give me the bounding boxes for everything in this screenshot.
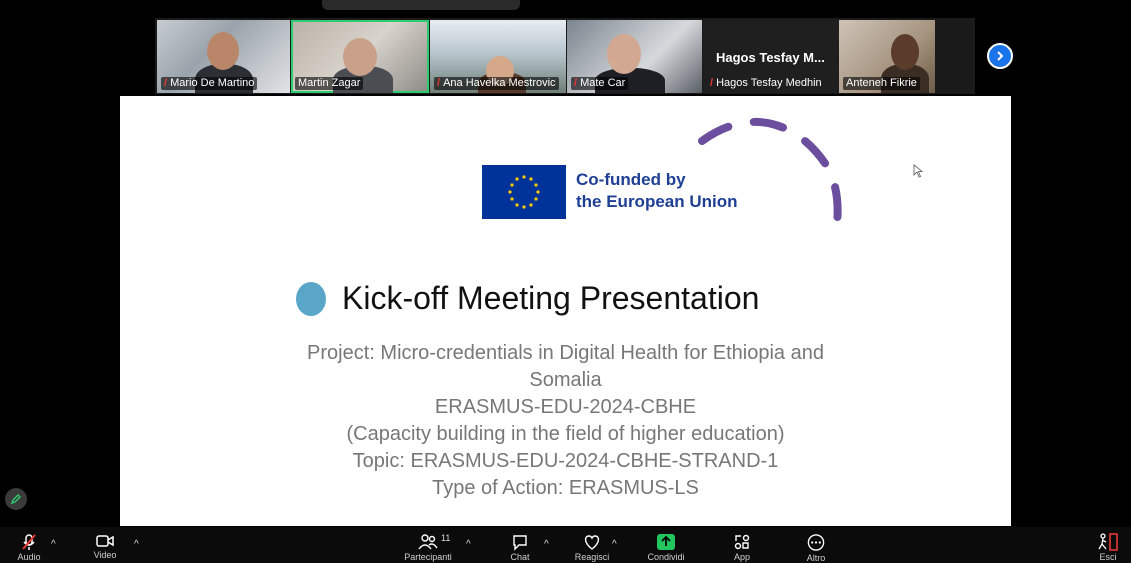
participant-tile-2[interactable]: Martin Zagar xyxy=(291,20,429,93)
slide-line: Project: Micro-credentials in Digital He… xyxy=(307,342,824,364)
more-options-icon xyxy=(807,534,825,551)
shared-slide: Co-funded by the European Union Kick-off… xyxy=(120,96,1011,526)
next-participants-button[interactable] xyxy=(987,43,1013,69)
apps-icon xyxy=(734,534,750,550)
video-camera-icon xyxy=(96,535,114,547)
reactions-button[interactable]: Reagisci xyxy=(568,527,616,563)
participant-name: / Mario De Martino xyxy=(161,77,258,90)
audio-options-caret[interactable]: ^ xyxy=(51,539,56,550)
slide-line: Type of Action: ERASMUS-LS xyxy=(432,477,699,499)
eu-cofunded-text: Co-funded by the European Union xyxy=(576,170,738,211)
heart-icon xyxy=(584,535,600,550)
apps-button[interactable]: App xyxy=(727,527,757,563)
slide-body: Project: Micro-credentials in Digital He… xyxy=(120,340,1011,502)
chat-button[interactable]: Chat xyxy=(505,527,535,563)
people-icon xyxy=(418,534,438,550)
slide-line: Topic: ERASMUS-EDU-2024-CBHE-STRAND-1 xyxy=(352,450,779,472)
mic-muted-icon: / xyxy=(574,77,578,89)
participant-name: / Mate Car xyxy=(571,77,629,90)
annotate-pen-button[interactable] xyxy=(5,488,27,510)
participants-button[interactable]: Partecipanti xyxy=(395,527,461,563)
share-button[interactable]: Condividi xyxy=(643,527,689,563)
chat-options-caret[interactable]: ^ xyxy=(544,539,549,550)
slide-line: Somalia xyxy=(529,369,602,391)
participant-display-name: Hagos Tesfay M... xyxy=(716,50,825,65)
slide-line: ERASMUS-EDU-2024-CBHE xyxy=(434,396,697,418)
top-drag-handle[interactable] xyxy=(322,0,520,10)
participant-name: Martin Zagar xyxy=(295,77,364,90)
participant-name: / Hagos Tesfay Medhin xyxy=(710,77,822,89)
title-bullet xyxy=(296,282,326,316)
audio-button[interactable]: Audio xyxy=(14,527,44,563)
participant-tile-4[interactable]: / Mate Car xyxy=(567,20,702,93)
participant-name: Anteneh Fikrie xyxy=(843,77,920,90)
more-button[interactable]: Altro xyxy=(799,527,833,563)
participant-tile-6[interactable]: Anteneh Fikrie xyxy=(839,20,935,93)
participant-tile-1[interactable]: / Mario De Martino xyxy=(157,20,290,93)
slide-line: (Capacity building in the field of highe… xyxy=(346,423,785,445)
reactions-options-caret[interactable]: ^ xyxy=(612,539,617,550)
mouse-cursor-icon xyxy=(913,164,923,178)
chat-bubble-icon xyxy=(513,535,527,551)
mic-muted-icon: / xyxy=(164,77,168,89)
mic-muted-icon: / xyxy=(437,77,441,89)
mic-muted-icon xyxy=(22,534,36,550)
video-button[interactable]: Video xyxy=(90,527,120,563)
mic-muted-icon: / xyxy=(710,77,714,89)
participant-name: / Ana Havelka Mestrovic xyxy=(434,77,559,90)
slide-title: Kick-off Meeting Presentation xyxy=(342,280,760,316)
participant-tile-3[interactable]: / Ana Havelka Mestrovic xyxy=(430,20,566,93)
share-screen-icon xyxy=(657,534,675,550)
chevron-right-icon xyxy=(997,51,1004,61)
meeting-toolbar: Audio ^ Video ^ Partecipanti 11 ^ Chat ^… xyxy=(0,527,1131,563)
pen-icon xyxy=(10,494,21,505)
eu-flag-logo xyxy=(482,165,566,219)
leave-button[interactable]: Esci xyxy=(1093,527,1123,563)
participants-count: 11 xyxy=(441,533,451,543)
video-options-caret[interactable]: ^ xyxy=(134,539,139,550)
leave-door-icon xyxy=(1098,533,1118,551)
participants-options-caret[interactable]: ^ xyxy=(466,539,471,550)
